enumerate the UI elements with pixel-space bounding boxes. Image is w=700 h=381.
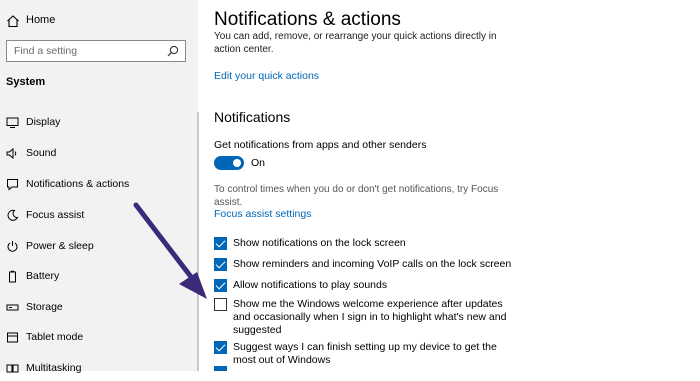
checkbox-label: Show me the Windows welcome experience a… — [233, 298, 507, 336]
home-icon — [7, 15, 19, 28]
checkbox-label: Show reminders and incoming VoIP calls o… — [233, 258, 512, 270]
sidebar-item-display[interactable]: Display — [0, 111, 198, 135]
settings-sidebar: Home System Display Sound Notifications … — [0, 0, 199, 374]
section-title: System — [6, 76, 46, 88]
speaker-icon — [6, 147, 17, 160]
sidebar-item-power-sleep[interactable]: Power & sleep — [0, 235, 198, 259]
sidebar-item-focus-assist[interactable]: Focus assist — [0, 204, 198, 228]
home-nav-item[interactable]: Home — [0, 10, 198, 34]
storage-icon — [6, 304, 19, 311]
search-icon[interactable] — [167, 45, 179, 57]
power-icon — [7, 241, 18, 252]
sidebar-item-multitasking[interactable]: Multitasking — [0, 357, 198, 381]
sidebar-item-tablet-mode[interactable]: Tablet mode — [0, 326, 198, 350]
quick-actions-description: You can add, remove, or rearrange your q… — [214, 31, 497, 55]
sidebar-item-label: Tablet mode — [26, 331, 84, 343]
main-content: Notifications & actions You can add, rem… — [199, 0, 700, 371]
sidebar-item-label: Power & sleep — [26, 240, 94, 252]
checkbox[interactable] — [214, 258, 227, 271]
sidebar-item-label: Notifications & actions — [26, 178, 130, 190]
checkbox-label: Allow notifications to play sounds — [233, 279, 388, 291]
checkbox[interactable] — [214, 341, 227, 354]
sidebar-item-sound[interactable]: Sound — [0, 142, 198, 166]
sidebar-item-battery[interactable]: Battery — [0, 265, 198, 289]
search-box[interactable] — [6, 40, 186, 62]
sidebar-item-label: Focus assist — [26, 209, 85, 221]
moon-icon — [7, 209, 19, 221]
sidebar-item-label: Display — [26, 116, 61, 128]
search-input[interactable] — [7, 41, 170, 61]
sidebar-item-notifications[interactable]: Notifications & actions — [0, 173, 198, 197]
get-notifications-label: Get notifications from apps and other se… — [214, 139, 427, 151]
tablet-icon — [7, 332, 18, 343]
checkbox[interactable] — [214, 366, 227, 371]
sidebar-item-label: Storage — [26, 301, 63, 313]
home-label: Home — [26, 14, 56, 26]
checkbox-label: Show notifications on the lock screen — [233, 237, 406, 249]
sidebar-item-label: Multitasking — [26, 362, 82, 374]
checkbox[interactable] — [214, 237, 227, 250]
sidebar-item-label: Sound — [26, 147, 57, 159]
checkbox-label: Suggest ways I can finish setting up my … — [233, 341, 497, 366]
edit-quick-actions-link[interactable]: Edit your quick actions — [214, 70, 319, 82]
sidebar-item-label: Battery — [26, 270, 60, 282]
multitasking-icon — [6, 364, 19, 373]
page-title: Notifications & actions — [214, 9, 401, 30]
checkbox[interactable] — [214, 279, 227, 292]
notifications-heading: Notifications — [214, 109, 291, 125]
notifications-toggle[interactable] — [214, 156, 244, 170]
toggle-state-label: On — [251, 157, 266, 169]
battery-icon — [9, 270, 16, 283]
checkbox[interactable] — [214, 298, 227, 311]
focus-assist-description: To control times when you do or don't ge… — [214, 184, 499, 208]
notification-icon — [7, 179, 18, 191]
toggle-knob — [233, 159, 241, 167]
display-icon — [6, 117, 19, 128]
focus-assist-settings-link[interactable]: Focus assist settings — [214, 208, 311, 220]
sidebar-item-storage[interactable]: Storage — [0, 296, 198, 320]
